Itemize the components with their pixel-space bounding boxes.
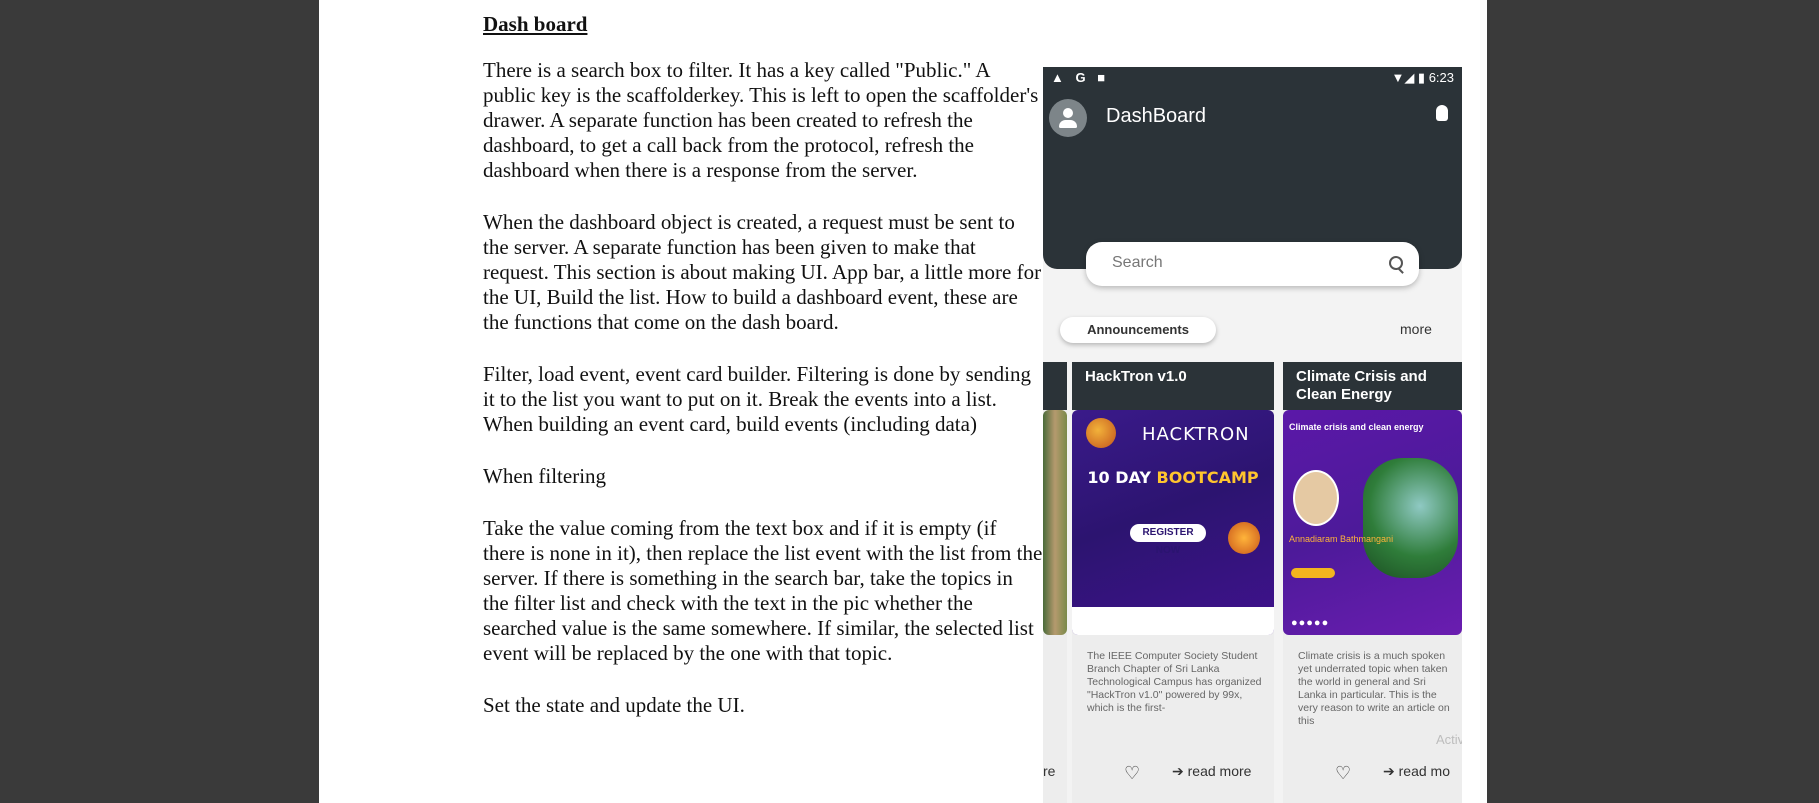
app-screenshot: ▲ G ■ ▼◢ ▮ 6:23 DashBoard Search Announc… — [1043, 67, 1462, 803]
speaker-name: Annadiaram Bathmangani — [1289, 534, 1394, 544]
document-text: Dash board There is a search box to filt… — [483, 12, 1043, 745]
heart-icon[interactable]: ♡ — [1335, 763, 1351, 784]
read-more-link[interactable]: re — [1043, 763, 1055, 779]
activation-watermark: Activ — [1436, 732, 1462, 747]
sponsor-strip — [1072, 607, 1274, 635]
paragraph: When filtering — [483, 464, 607, 488]
document-page: Dash board There is a search box to filt… — [319, 0, 1487, 803]
paragraph: Take the value coming from the text box … — [483, 516, 1043, 665]
card-poster: Climate crisis and clean energy Annadiar… — [1283, 410, 1462, 635]
paragraph: Filter, load event, event card builder. … — [483, 362, 1031, 436]
speaker-photo — [1293, 470, 1339, 526]
more-link[interactable]: more — [1400, 321, 1432, 337]
announcements-chip[interactable]: Announcements — [1060, 317, 1216, 343]
status-clock: ▼◢ ▮ 6:23 — [1391, 70, 1454, 85]
card-poster: HACKTRON 10 DAY BOOTCAMP REGISTER NOW — [1072, 410, 1274, 635]
card-actions: ♡ ➔ read more — [1072, 761, 1274, 784]
status-bar: ▲ G ■ ▼◢ ▮ 6:23 — [1043, 67, 1462, 89]
section-heading: Dash board — [483, 12, 588, 36]
read-more-link[interactable]: ➔ read more — [1172, 763, 1251, 780]
poster-button — [1291, 568, 1335, 578]
android-icon[interactable] — [1436, 105, 1448, 121]
social-icons: ●●●●● — [1291, 617, 1330, 629]
poster-headline: 10 DAY BOOTCAMP — [1087, 468, 1259, 487]
card-actions: re — [1043, 761, 1067, 781]
paragraph: Set the state and update the UI. — [483, 693, 745, 717]
paragraph: There is a search box to filter. It has … — [483, 58, 1039, 182]
search-input[interactable]: Search — [1086, 242, 1419, 286]
search-icon[interactable] — [1389, 256, 1403, 270]
paragraph: When the dashboard object is created, a … — [483, 210, 1042, 334]
avatar-icon[interactable] — [1049, 99, 1087, 137]
earth-image — [1363, 458, 1458, 578]
card-title-bar — [1043, 362, 1067, 410]
card-title-bar: HackTron v1.0 — [1072, 362, 1274, 410]
event-card[interactable]: HackTron v1.0 HACKTRON 10 DAY BOOTCAMP R… — [1072, 362, 1274, 803]
event-card[interactable]: re — [1043, 362, 1067, 803]
card-actions: ♡ ➔ read mo — [1283, 761, 1462, 784]
search-placeholder: Search — [1112, 254, 1163, 271]
poster-title: Climate crisis and clean energy — [1289, 422, 1424, 432]
card-description: Climate crisis is a much spoken yet unde… — [1298, 650, 1450, 727]
logo-icon — [1086, 418, 1116, 448]
card-description: The IEEE Computer Society Student Branch… — [1087, 650, 1262, 714]
card-poster — [1043, 410, 1067, 635]
badge-icon — [1228, 522, 1260, 554]
app-title: DashBoard — [1106, 105, 1207, 127]
status-icons-left: ▲ G ■ — [1051, 70, 1110, 85]
card-title-bar: Climate Crisis and Clean Energy — [1283, 362, 1462, 410]
heart-icon[interactable]: ♡ — [1124, 763, 1140, 784]
poster-register-button: REGISTER NOW — [1130, 524, 1206, 556]
read-more-link[interactable]: ➔ read mo — [1383, 763, 1450, 780]
card-title: Climate Crisis and Clean Energy — [1296, 368, 1427, 403]
poster-logo: HACKTRON — [1142, 424, 1250, 445]
card-title: HackTron v1.0 — [1085, 368, 1187, 385]
